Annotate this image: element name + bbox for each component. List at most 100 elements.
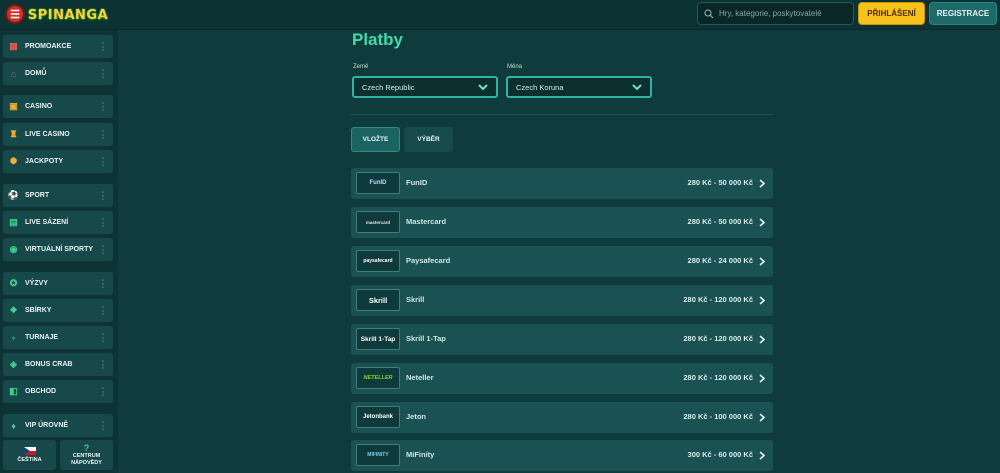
country-label: Země xyxy=(353,64,369,70)
payment-method-row[interactable]: paysafecard Paysafecard 280 Kč - 24 000 … xyxy=(351,246,773,277)
drag-handle-icon xyxy=(102,102,105,111)
sidebar-item-bonus-crab[interactable]: ◈ BONUS CRAB xyxy=(3,353,113,376)
sidebar-item-label: BONUS CRAB xyxy=(25,361,73,368)
home-icon: ⌂ xyxy=(10,68,17,79)
country-select[interactable]: Czech Republic xyxy=(352,76,498,98)
chevron-right-icon xyxy=(759,179,765,188)
sidebar-item-vyzvy[interactable]: ✪ VÝZVY xyxy=(3,272,113,295)
payment-method-row[interactable]: MIFINITY MiFinity 300 Kč - 60 000 Kč xyxy=(351,440,773,471)
bell-icon: ♜ xyxy=(9,129,18,139)
sidebar-item-label: LIVE SÁZENÍ xyxy=(25,219,69,226)
payment-method-row[interactable]: NETELLER Neteller 280 Kč - 120 000 Kč xyxy=(351,363,773,394)
sidebar-item-obchod[interactable]: ◧ OBCHOD xyxy=(3,380,113,403)
country-value: Czech Republic xyxy=(362,82,415,92)
search-input[interactable] xyxy=(719,9,849,18)
payment-method-row[interactable]: FunID FunID 280 Kč - 50 000 Kč xyxy=(351,168,773,199)
payment-method-name: Skrill xyxy=(406,295,425,304)
sidebar-item-sport[interactable]: ⚽ SPORT xyxy=(3,184,113,207)
drag-handle-icon xyxy=(102,69,105,78)
chevron-right-icon xyxy=(759,413,765,422)
help-center-button[interactable]: ? CENTRUM NÁPOVĚDY xyxy=(60,440,113,470)
jackpot-coin-icon: ✺ xyxy=(9,156,18,166)
payment-method-range: 280 Kč - 120 000 Kč xyxy=(683,373,753,382)
menu-toggle-icon[interactable]: ☰ xyxy=(5,4,25,24)
drag-handle-icon xyxy=(102,306,105,315)
sidebar-item-sbirky[interactable]: ❖ SBÍRKY xyxy=(3,299,113,322)
search-box[interactable] xyxy=(697,2,854,25)
sidebar-item-virtualni-sporty[interactable]: ◉ VIRTUÁLNÍ SPORTY xyxy=(3,238,113,261)
drag-handle-icon xyxy=(102,360,105,369)
top-bar: ☰ SPINANGA PŘIHLÁŠENÍ REGISTRACE xyxy=(0,0,1000,30)
drag-handle-icon xyxy=(102,130,105,139)
payment-method-name: Paysafecard xyxy=(406,256,451,265)
sidebar-item-turnaje[interactable]: ♆ TURNAJE xyxy=(3,326,113,349)
sidebar-item-live-sazeni[interactable]: ▤ LIVE SÁZENÍ xyxy=(3,211,113,234)
skrill-1-tap-logo: Skrill 1-Tap xyxy=(356,328,400,350)
sidebar-item-label: OBCHOD xyxy=(25,388,57,395)
search-icon xyxy=(704,8,714,18)
payment-method-range: 280 Kč - 50 000 Kč xyxy=(687,178,753,187)
chevron-right-icon xyxy=(759,296,765,305)
sidebar-item-label: CASINO xyxy=(25,103,53,110)
sidebar-item-label: SPORT xyxy=(25,192,50,199)
sidebar-item-jackpoty[interactable]: ✺ JACKPOTY xyxy=(3,150,113,173)
currency-value: Czech Koruna xyxy=(516,82,564,92)
payment-method-row[interactable]: mastercard Mastercard 280 Kč - 50 000 Kč xyxy=(351,207,773,238)
sidebar-item-vip-urovne[interactable]: ♦ VIP ÚROVNĚ xyxy=(3,414,113,437)
drag-handle-icon xyxy=(102,421,105,430)
soccer-ball-icon: ⚽ xyxy=(7,190,20,200)
czech-flag-icon xyxy=(23,446,36,455)
sidebar-item-promoakce[interactable]: ▦ PROMOAKCE xyxy=(3,35,113,58)
chevron-down-icon xyxy=(478,84,488,91)
chevron-right-icon xyxy=(759,218,765,227)
chevron-right-icon xyxy=(759,451,765,460)
drag-handle-icon xyxy=(102,42,105,51)
drag-handle-icon xyxy=(102,333,105,342)
chevron-right-icon xyxy=(759,257,765,266)
sidebar-item-live-casino[interactable]: ♜ LIVE CASINO xyxy=(3,123,113,146)
payment-method-row[interactable]: Jetonbank Jeton 280 Kč - 100 000 Kč xyxy=(351,402,773,433)
sidebar-item-domu[interactable]: ⌂ DOMŮ xyxy=(3,62,113,85)
skrill-logo: Skrill xyxy=(356,289,400,311)
sidebar-item-label: VÝZVY xyxy=(25,280,48,287)
crab-icon: ◈ xyxy=(10,359,17,369)
diamond-icon: ♦ xyxy=(11,420,16,431)
sidebar-item-label: LIVE CASINO xyxy=(25,131,70,138)
currency-select[interactable]: Czech Koruna xyxy=(506,76,652,98)
drag-handle-icon xyxy=(102,218,105,227)
language-button[interactable]: ČEŠTINA xyxy=(3,440,56,470)
chevron-down-icon xyxy=(632,84,642,91)
payment-method-range: 280 Kč - 24 000 Kč xyxy=(687,256,753,265)
sidebar-item-label: DOMŮ xyxy=(25,70,47,77)
payment-method-name: Skrill 1-Tap xyxy=(406,334,446,343)
drag-handle-icon xyxy=(102,279,105,288)
language-label: ČEŠTINA xyxy=(17,456,42,463)
register-button[interactable]: REGISTRACE xyxy=(929,2,997,25)
sidebar-item-label: PROMOAKCE xyxy=(25,43,72,50)
payment-method-range: 300 Kč - 60 000 Kč xyxy=(687,450,753,459)
sidebar-item-label: TURNAJE xyxy=(25,334,59,341)
payment-method-range: 280 Kč - 50 000 Kč xyxy=(687,217,753,226)
tab-deposit[interactable]: VLOŽTE xyxy=(351,127,400,152)
site-logo[interactable]: SPINANGA xyxy=(28,2,108,28)
payment-method-name: Neteller xyxy=(406,373,434,382)
challenge-icon: ✪ xyxy=(9,278,18,288)
payment-method-row[interactable]: Skrill Skrill 280 Kč - 120 000 Kč xyxy=(351,285,773,316)
sidebar-item-label: JACKPOTY xyxy=(25,158,64,165)
paysafecard-logo: paysafecard xyxy=(356,250,400,272)
payment-method-range: 280 Kč - 120 000 Kč xyxy=(683,295,753,304)
tab-withdraw[interactable]: VÝBĚR xyxy=(404,127,453,152)
collection-icon: ❖ xyxy=(9,305,18,315)
trophy-icon: ♆ xyxy=(10,332,17,343)
payment-method-range: 280 Kč - 120 000 Kč xyxy=(683,334,753,343)
casino-chest-icon: ▣ xyxy=(9,101,18,111)
chevron-right-icon xyxy=(759,335,765,344)
live-betting-icon: ▤ xyxy=(9,217,18,227)
shop-icon: ◧ xyxy=(9,386,18,396)
sidebar-item-label: VIP ÚROVNĚ xyxy=(25,422,69,429)
payment-method-name: Mastercard xyxy=(406,217,447,226)
sidebar-item-casino[interactable]: ▣ CASINO xyxy=(3,95,113,118)
login-button[interactable]: PŘIHLÁŠENÍ xyxy=(858,2,925,25)
virtual-sports-icon: ◉ xyxy=(9,244,18,254)
payment-method-row[interactable]: Skrill 1-Tap Skrill 1-Tap 280 Kč - 120 0… xyxy=(351,324,773,355)
